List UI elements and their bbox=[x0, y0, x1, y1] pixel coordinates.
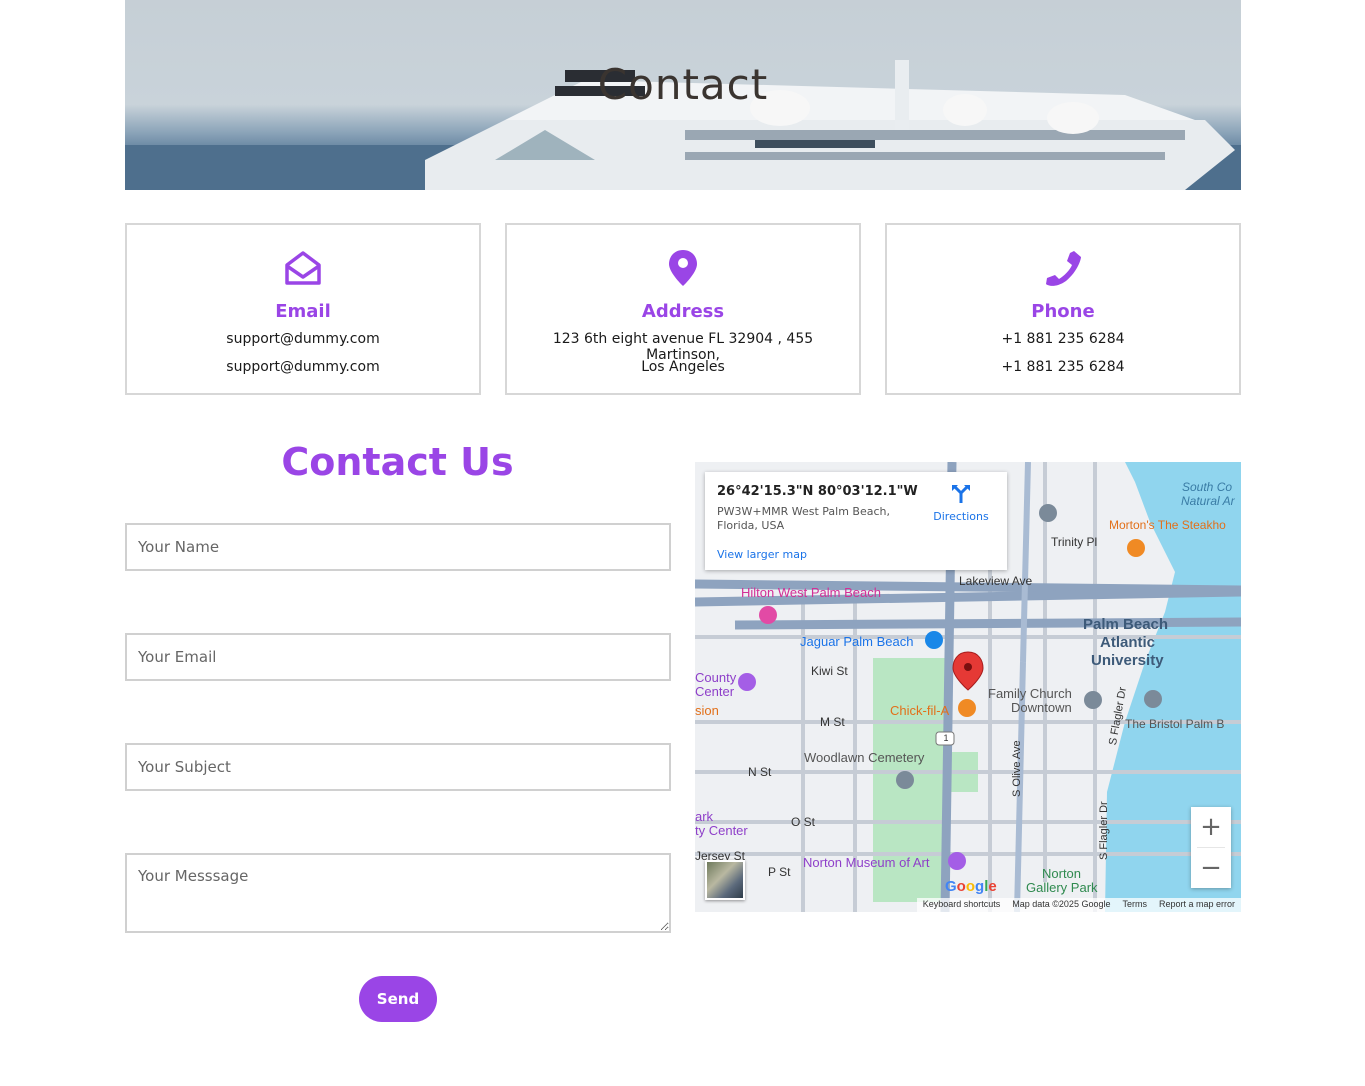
contact-us-heading: Contact Us bbox=[281, 440, 514, 484]
page-title: Contact bbox=[597, 60, 769, 109]
map-label: Natural Ar bbox=[1181, 494, 1235, 508]
directions-icon bbox=[952, 485, 970, 503]
map-address: PW3W+MMR West Palm Beach, Florida, USA bbox=[717, 505, 890, 532]
map-label: ark bbox=[695, 809, 714, 824]
keyboard-shortcuts-link[interactable]: Keyboard shortcuts bbox=[923, 899, 1001, 912]
report-error-link[interactable]: Report a map error bbox=[1159, 899, 1235, 912]
map-label: M St bbox=[820, 715, 845, 729]
map-label: The Bristol Palm B bbox=[1125, 717, 1225, 731]
map-label: Gallery Park bbox=[1026, 880, 1098, 895]
route-shield: 1 bbox=[943, 733, 949, 743]
card-line: support@dummy.com bbox=[226, 359, 380, 375]
map-label: Lakeview Ave bbox=[959, 574, 1033, 588]
map-label: O St bbox=[791, 815, 816, 829]
map-label: S Flagler Dr bbox=[1098, 801, 1110, 860]
map-label: Woodlawn Cemetery bbox=[804, 750, 925, 765]
phone-card: Phone +1 881 235 6284 +1 881 235 6284 bbox=[885, 223, 1241, 395]
map-type-thumbnail[interactable] bbox=[705, 860, 745, 900]
map-label: Downtown bbox=[1011, 700, 1072, 715]
map-attribution: Keyboard shortcuts Map data ©2025 Google… bbox=[916, 898, 1241, 912]
card-line: +1 881 235 6284 bbox=[1001, 331, 1125, 347]
map-label: Atlantic bbox=[1100, 634, 1156, 651]
card-title: Phone bbox=[1031, 301, 1095, 322]
google-logo: Google bbox=[945, 878, 997, 895]
phone-icon bbox=[887, 249, 1239, 289]
map-label: ty Center bbox=[695, 823, 748, 838]
map-label: Jaguar Palm Beach bbox=[800, 634, 914, 649]
zoom-in-button[interactable]: + bbox=[1191, 807, 1231, 847]
card-title: Email bbox=[275, 301, 331, 322]
directions-button[interactable]: Directions bbox=[925, 484, 997, 523]
email-card: Email support@dummy.com support@dummy.co… bbox=[125, 223, 481, 395]
map-label: sion bbox=[695, 703, 719, 718]
embedded-map[interactable]: Hilton West Palm Beach Jaguar Palm Beach… bbox=[695, 462, 1241, 912]
directions-label: Directions bbox=[933, 510, 989, 523]
address-card: Address 123 6th eight avenue FL 32904 , … bbox=[505, 223, 861, 395]
view-larger-map-link[interactable]: View larger map bbox=[717, 548, 807, 561]
map-coordinates: 26°42'15.3"N 80°03'12.1"W bbox=[717, 484, 918, 499]
envelope-open-icon bbox=[127, 249, 479, 289]
map-label: P St bbox=[768, 865, 791, 879]
terms-link[interactable]: Terms bbox=[1122, 899, 1147, 912]
map-data-text: Map data ©2025 Google bbox=[1012, 899, 1111, 909]
card-line: Los Angeles bbox=[641, 359, 725, 375]
map-label: N St bbox=[748, 765, 772, 779]
map-label: S Olive Ave bbox=[1011, 740, 1023, 797]
card-line: support@dummy.com bbox=[226, 331, 380, 347]
map-label: Chick-fil-A bbox=[890, 703, 950, 718]
card-line: +1 881 235 6284 bbox=[1001, 359, 1125, 375]
zoom-out-button[interactable]: − bbox=[1191, 848, 1231, 888]
map-info-card: 26°42'15.3"N 80°03'12.1"W PW3W+MMR West … bbox=[705, 472, 1007, 570]
hero-banner: Contact bbox=[125, 0, 1241, 190]
map-label: Trinity Pl bbox=[1051, 535, 1098, 549]
map-label: South Co bbox=[1182, 480, 1233, 494]
map-label: County bbox=[695, 670, 737, 685]
subject-input[interactable] bbox=[125, 743, 671, 791]
name-input[interactable] bbox=[125, 523, 671, 571]
map-label: Morton's The Steakho bbox=[1109, 518, 1226, 532]
map-label: Palm Beach bbox=[1083, 616, 1169, 633]
map-label: Kiwi St bbox=[811, 664, 848, 678]
email-input[interactable] bbox=[125, 633, 671, 681]
map-pin-icon bbox=[507, 249, 859, 289]
map-label: Norton Museum of Art bbox=[803, 855, 930, 870]
map-label: Norton bbox=[1042, 866, 1082, 881]
map-label: Hilton West Palm Beach bbox=[741, 585, 881, 600]
map-label: Family Church bbox=[988, 686, 1072, 701]
message-textarea[interactable] bbox=[125, 853, 671, 933]
card-title: Address bbox=[641, 301, 725, 322]
map-label: Center bbox=[695, 684, 735, 699]
zoom-control: + − bbox=[1191, 807, 1231, 888]
map-label: University bbox=[1091, 652, 1164, 669]
send-button[interactable]: Send bbox=[359, 976, 437, 1022]
